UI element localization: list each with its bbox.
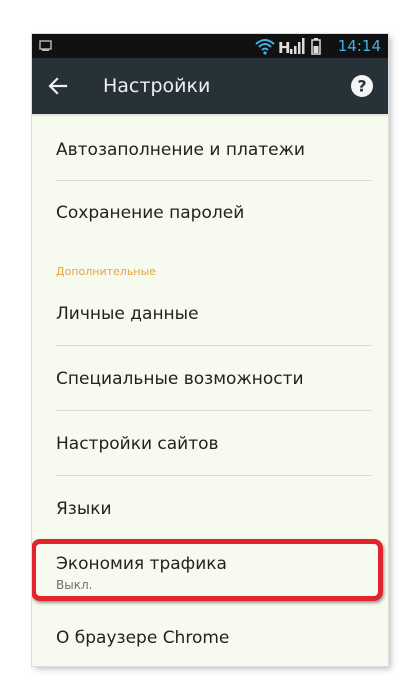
status-icons: H	[255, 38, 321, 55]
wifi-icon	[255, 39, 275, 55]
settings-item-label: Экономия трафика	[56, 554, 227, 574]
settings-item-status: Выкл.	[56, 578, 93, 592]
signal-icon: H	[278, 38, 305, 55]
svg-text:H: H	[278, 39, 291, 55]
page-title: Настройки	[103, 75, 211, 97]
status-time: 14:14	[337, 37, 381, 55]
settings-item-languages[interactable]: Языки	[32, 476, 388, 540]
settings-item-label: Языки	[56, 499, 112, 519]
notification-icon	[39, 40, 52, 51]
settings-item-label: Специальные возможности	[56, 369, 304, 389]
app-bar: Настройки ?	[32, 58, 388, 114]
settings-item-personal-data[interactable]: Личные данные	[32, 282, 388, 344]
svg-text:?: ?	[357, 77, 366, 96]
help-icon[interactable]: ?	[350, 74, 374, 98]
settings-item-site-settings[interactable]: Настройки сайтов	[32, 411, 388, 475]
settings-item-label: О браузере Chrome	[56, 628, 230, 648]
settings-item-label: Настройки сайтов	[56, 434, 219, 454]
battery-icon	[311, 38, 321, 55]
settings-item-label: Личные данные	[56, 304, 199, 324]
settings-item-about-chrome[interactable]: О браузере Chrome	[32, 606, 388, 666]
settings-item-label: Автозаполнение и платежи	[56, 140, 305, 160]
back-arrow-icon[interactable]	[46, 74, 70, 98]
settings-item-data-saver[interactable]: Экономия трафика Выкл.	[32, 541, 388, 601]
status-bar: H 14:14	[32, 34, 388, 58]
settings-item-accessibility[interactable]: Специальные возможности	[32, 346, 388, 410]
phone-screen: H 14:14 Настройки ? Автозаполнение и пла…	[32, 34, 388, 666]
settings-item-passwords[interactable]: Сохранение паролей	[32, 181, 388, 245]
settings-item-autofill[interactable]: Автозаполнение и платежи	[32, 116, 388, 180]
settings-item-label: Сохранение паролей	[56, 203, 245, 223]
section-header-advanced: Дополнительные	[56, 265, 156, 278]
